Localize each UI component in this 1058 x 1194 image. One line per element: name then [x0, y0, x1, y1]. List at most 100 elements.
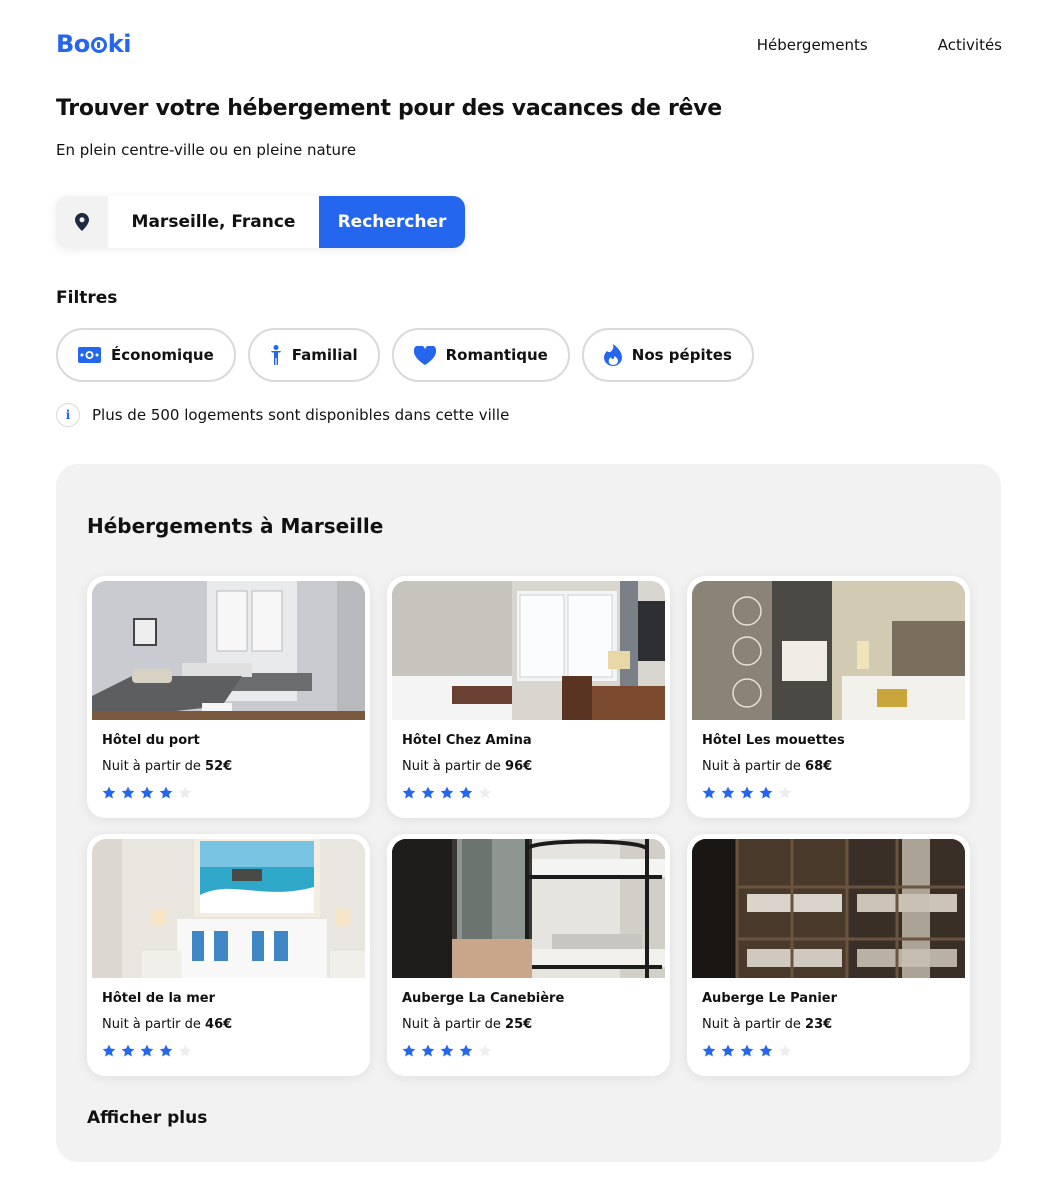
filter-label: Économique — [111, 346, 214, 364]
filter-romantique[interactable]: Romantique — [391, 328, 570, 382]
listing-price: Nuit à partir de 68€ — [702, 759, 832, 774]
price-prefix: Nuit à partir de — [402, 759, 506, 774]
nav-link-activites[interactable]: Activités — [938, 36, 1002, 54]
price-prefix: Nuit à partir de — [402, 1017, 506, 1032]
star-filled-icon — [102, 786, 116, 799]
star-filled-icon — [702, 786, 716, 799]
listing-card[interactable]: Hôtel de la mer Nuit à partir de 46€ — [87, 834, 370, 1076]
nav-link-hebergements[interactable]: Hébergements — [757, 36, 868, 54]
listing-card[interactable]: Hôtel Chez Amina Nuit à partir de 96€ — [387, 576, 670, 818]
star-filled-icon — [402, 1044, 416, 1057]
star-filled-icon — [702, 1044, 716, 1057]
star-filled-icon — [459, 1044, 473, 1057]
filters-list: Économique Familial Romantique Nos pépit… — [56, 328, 754, 382]
star-filled-icon — [121, 786, 135, 799]
price-value: 25€ — [505, 1017, 533, 1032]
listing-card[interactable]: Hôtel du port Nuit à partir de 52€ — [87, 576, 370, 818]
star-filled-icon — [740, 786, 754, 799]
price-value: 96€ — [505, 759, 533, 774]
price-prefix: Nuit à partir de — [102, 759, 206, 774]
listings-grid: Hôtel du port Nuit à partir de 52€ Hôtel… — [87, 576, 970, 1076]
star-filled-icon — [421, 786, 435, 799]
star-empty-icon — [478, 786, 492, 799]
price-value: 68€ — [805, 759, 833, 774]
star-filled-icon — [159, 1044, 173, 1057]
show-more-button[interactable]: Afficher plus — [87, 1108, 207, 1128]
hotel-photo — [92, 581, 365, 720]
location-pin-icon — [56, 196, 108, 248]
filter-familial[interactable]: Familial — [247, 328, 380, 382]
page-subtitle: En plein centre-ville ou en pleine natur… — [56, 141, 357, 159]
listing-rating — [702, 786, 792, 800]
star-filled-icon — [759, 1044, 773, 1057]
flame-icon — [603, 344, 622, 366]
star-filled-icon — [440, 1044, 454, 1057]
filter-label: Nos pépites — [631, 346, 732, 364]
star-filled-icon — [421, 1044, 435, 1057]
hotel-photo — [92, 839, 365, 978]
star-empty-icon — [178, 1044, 192, 1057]
star-filled-icon — [402, 786, 416, 799]
listing-rating — [702, 1044, 792, 1058]
price-value: 23€ — [805, 1017, 833, 1032]
price-prefix: Nuit à partir de — [702, 759, 806, 774]
hotel-photo — [692, 839, 965, 978]
listings-title: Hébergements à Marseille — [87, 514, 384, 538]
search-button[interactable]: Rechercher — [319, 196, 465, 248]
hotel-photo — [392, 581, 665, 720]
star-filled-icon — [740, 1044, 754, 1057]
listing-rating — [402, 1044, 492, 1058]
listing-price: Nuit à partir de 23€ — [702, 1017, 832, 1032]
filter-label: Romantique — [445, 346, 548, 364]
listing-name: Hôtel Les mouettes — [702, 733, 845, 748]
heart-icon — [413, 345, 436, 365]
star-filled-icon — [440, 786, 454, 799]
page-title: Trouver votre hébergement pour des vacan… — [56, 96, 722, 121]
star-empty-icon — [478, 1044, 492, 1057]
star-filled-icon — [102, 1044, 116, 1057]
listing-card[interactable]: Auberge La Canebière Nuit à partir de 25… — [387, 834, 670, 1076]
star-filled-icon — [121, 1044, 135, 1057]
star-filled-icon — [159, 786, 173, 799]
filter-nos-pepites[interactable]: Nos pépites — [581, 328, 754, 382]
star-filled-icon — [721, 786, 735, 799]
star-filled-icon — [140, 1044, 154, 1057]
header: Bo ki Hébergements Activités — [56, 30, 1002, 62]
booki-logo[interactable]: Bo ki — [56, 30, 131, 58]
filter-economique[interactable]: Économique — [56, 328, 236, 382]
filter-label: Familial — [291, 346, 358, 364]
listing-price: Nuit à partir de 52€ — [102, 759, 232, 774]
info-text: Plus de 500 logements sont disponibles d… — [92, 406, 510, 424]
filters-title: Filtres — [56, 288, 118, 308]
info-icon: i — [56, 403, 80, 427]
listing-name: Hôtel Chez Amina — [402, 733, 532, 748]
star-empty-icon — [778, 786, 792, 799]
listing-price: Nuit à partir de 25€ — [402, 1017, 532, 1032]
info-banner: i Plus de 500 logements sont disponibles… — [56, 403, 509, 427]
listing-name: Hôtel du port — [102, 733, 200, 748]
logo-text-start: Bo — [56, 30, 90, 58]
star-empty-icon — [178, 786, 192, 799]
listing-card[interactable]: Auberge Le Panier Nuit à partir de 23€ — [687, 834, 970, 1076]
price-prefix: Nuit à partir de — [702, 1017, 806, 1032]
listing-rating — [402, 786, 492, 800]
listings-section: Hébergements à Marseille Hôtel du port N… — [56, 464, 1001, 1162]
city-input[interactable]: Marseille, France — [108, 196, 319, 248]
listing-rating — [102, 1044, 192, 1058]
listing-card[interactable]: Hôtel Les mouettes Nuit à partir de 68€ — [687, 576, 970, 818]
listing-rating — [102, 786, 192, 800]
price-value: 52€ — [205, 759, 233, 774]
listing-name: Hôtel de la mer — [102, 991, 216, 1006]
star-filled-icon — [140, 786, 154, 799]
star-empty-icon — [778, 1044, 792, 1057]
logo-text-end: ki — [107, 30, 132, 58]
listing-name: Auberge La Canebière — [402, 991, 565, 1006]
star-filled-icon — [759, 786, 773, 799]
star-filled-icon — [459, 786, 473, 799]
main-nav: Hébergements Activités — [757, 36, 1002, 54]
listing-price: Nuit à partir de 96€ — [402, 759, 532, 774]
price-prefix: Nuit à partir de — [102, 1017, 206, 1032]
hotel-photo — [392, 839, 665, 978]
price-value: 46€ — [205, 1017, 233, 1032]
star-filled-icon — [721, 1044, 735, 1057]
